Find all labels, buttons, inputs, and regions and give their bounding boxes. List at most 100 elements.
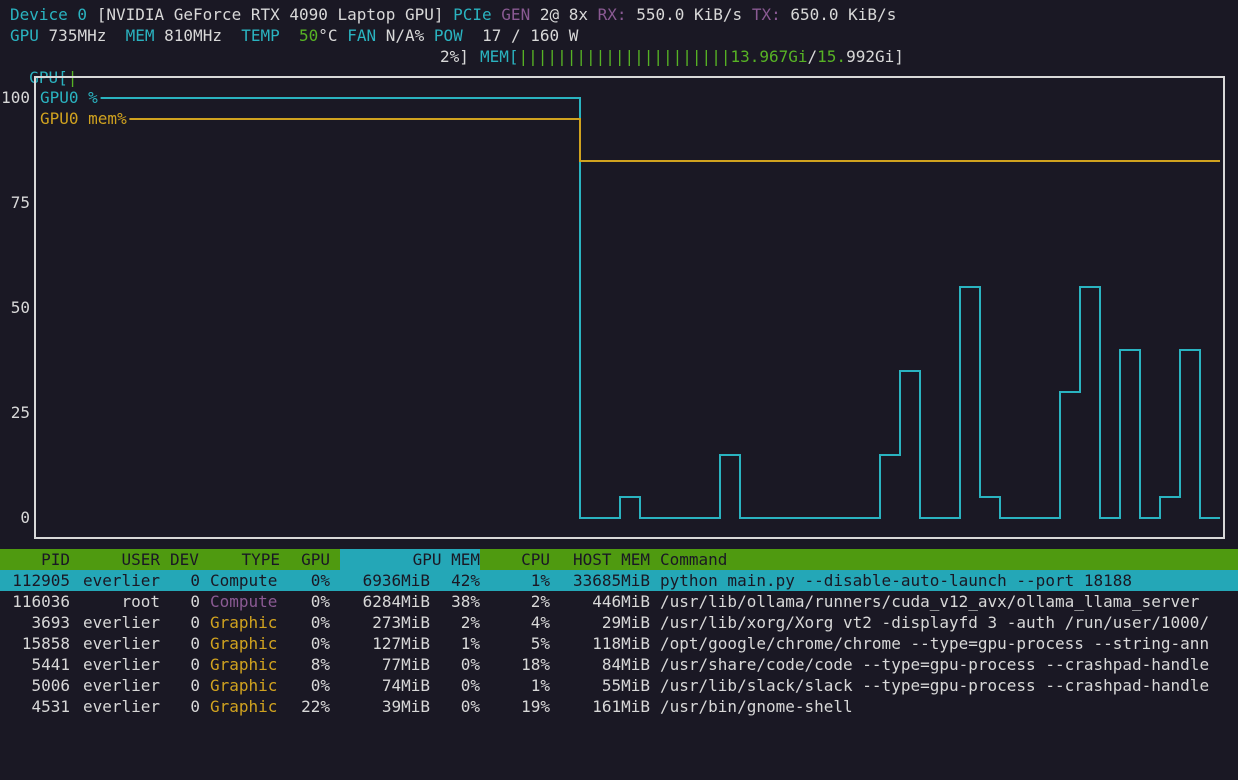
- cell-user: everlier: [82, 697, 160, 716]
- col-dev[interactable]: DEV: [170, 549, 210, 570]
- cell-host-mem: 118MiB: [592, 634, 650, 653]
- cell-type: Compute: [210, 571, 278, 590]
- gpu-history-chart: 100 75 50 25 0 GPU0 % GPU0 mem%: [1, 76, 1225, 539]
- cell-command: /usr/share/code/code --type=gpu-process …: [660, 655, 1210, 674]
- cell-gpu: 0%: [310, 592, 330, 611]
- table-row[interactable]: 3693 everlier 0 Graphic 0% 273MiB 2% 4% 29MiB/us…: [0, 612, 1238, 633]
- table-row[interactable]: 112905 everlier 0 Compute 0% 6936MiB 42% 1% 3368…: [0, 570, 1238, 591]
- cell-command: python main.py --disable-auto-launch --p…: [660, 571, 1133, 590]
- gpu-clock-label: GPU: [10, 26, 39, 45]
- cell-gpu-mem: 6284MiB: [362, 592, 430, 611]
- mem-total-green: 15.: [817, 47, 847, 66]
- cell-gpu: 0%: [310, 613, 330, 632]
- cell-gpu: 22%: [301, 697, 330, 716]
- cell-cpu: 2%: [530, 592, 550, 611]
- cell-gpu: 0%: [310, 634, 330, 653]
- cell-gpu-mem-pct: 0%: [460, 676, 480, 695]
- cell-gpu: 0%: [310, 676, 330, 695]
- usage-bars-line: GPU[| 2%] MEM[||||||||||||||||||||||13.9…: [10, 46, 1230, 87]
- cell-gpu-mem-pct: 1%: [460, 634, 480, 653]
- col-pid[interactable]: PID: [10, 549, 70, 570]
- cell-cpu: 1%: [530, 571, 550, 590]
- gpu-clock-value: 735MHz: [48, 26, 107, 45]
- fan-value: N/A%: [385, 26, 425, 45]
- gen-value: 2@ 8x: [539, 5, 589, 24]
- table-row[interactable]: 15858 everlier 0 Graphic 0% 127MiB 1% 5% 118MiB /…: [0, 633, 1238, 654]
- table-row[interactable]: 116036 root 0 Compute 0% 6284MiB 38% 2% 446MiB/u…: [0, 591, 1238, 612]
- rx-label: RX:: [597, 5, 627, 24]
- table-row[interactable]: 5441 everlier 0 Graphic 8% 77MiB 0% 18% 84MiB/us…: [0, 654, 1238, 675]
- cell-gpu-mem: 273MiB: [372, 613, 430, 632]
- tx-label: TX:: [751, 5, 781, 24]
- cell-cpu: 4%: [530, 613, 550, 632]
- cell-user: root: [121, 592, 160, 611]
- table-row[interactable]: 4531 everlier 0 Graphic 22% 39MiB 0% 19% 161MiB /…: [0, 696, 1238, 717]
- rx-value: 550.0 KiB/s: [636, 5, 743, 24]
- power-label: POW: [433, 26, 463, 45]
- cell-command: /usr/lib/slack/slack --type=gpu-process …: [660, 676, 1210, 695]
- cell-cpu: 5%: [530, 634, 550, 653]
- chart-frame: [34, 76, 1225, 539]
- cell-command: /usr/bin/gnome-shell: [660, 697, 853, 716]
- cell-host-mem: 161MiB: [592, 697, 650, 716]
- legend-label: GPU0 mem%: [40, 109, 127, 128]
- cell-dev: 0: [190, 634, 200, 653]
- cell-host-mem: 33685MiB: [572, 571, 650, 590]
- cell-gpu: 8%: [310, 655, 330, 674]
- gen-label: GEN: [501, 5, 531, 24]
- cell-user: everlier: [82, 571, 160, 590]
- cell-user: everlier: [82, 634, 160, 653]
- col-user[interactable]: USER: [80, 549, 160, 570]
- cell-cpu: 19%: [521, 697, 550, 716]
- cell-gpu-mem-pct: 0%: [460, 697, 480, 716]
- device-label: Device 0: [10, 5, 88, 24]
- cell-host-mem: 84MiB: [601, 655, 650, 674]
- cell-gpu-mem-pct: 42%: [451, 571, 480, 590]
- temp-value: 50: [299, 26, 319, 45]
- gpu-mem-series-line: [560, 118, 1220, 162]
- cell-host-mem: 29MiB: [601, 613, 650, 632]
- cell-gpu-mem: 77MiB: [381, 655, 430, 674]
- temp-unit: °C: [318, 26, 338, 45]
- cell-gpu: 0%: [310, 571, 330, 590]
- process-table-header: PID USER DEV TYPE GPU GPU MEM CPU HOST M…: [0, 549, 1238, 570]
- device-name: [NVIDIA GeForce RTX 4090 Laptop GPU]: [96, 5, 444, 24]
- cell-gpu-mem-pct: 0%: [460, 655, 480, 674]
- temp-label: TEMP: [241, 26, 280, 45]
- cell-dev: 0: [190, 592, 200, 611]
- y-tick-label: 50: [11, 298, 30, 317]
- cell-dev: 0: [190, 613, 200, 632]
- mem-bar-label: MEM[: [480, 47, 519, 66]
- cell-type: Graphic: [210, 613, 278, 632]
- stats-line: GPU 735MHz MEM 810MHz TEMP 50°C FAN N/A%…: [10, 25, 578, 46]
- col-gpu-mem[interactable]: GPU MEM: [360, 549, 480, 570]
- cell-cpu: 1%: [530, 676, 550, 695]
- cell-gpu-mem: 74MiB: [381, 676, 430, 695]
- col-type[interactable]: TYPE: [210, 549, 280, 570]
- cell-type: Graphic: [210, 676, 278, 695]
- pcie-label: PCIe: [453, 5, 492, 24]
- cell-gpu-mem-pct: 2%: [460, 613, 480, 632]
- col-host-mem[interactable]: HOST MEM: [560, 549, 650, 570]
- cell-gpu-mem: 6936MiB: [362, 571, 430, 590]
- mem-clock-label: MEM: [125, 26, 155, 45]
- cell-user: everlier: [82, 613, 160, 632]
- mem-usage-group: MEM[||||||||||||||||||||||13.967Gi/15.99…: [480, 46, 904, 67]
- col-command[interactable]: Command: [660, 549, 860, 570]
- cell-pid: 116036: [12, 592, 70, 611]
- cell-gpu-mem-pct: 38%: [451, 592, 480, 611]
- cell-type: Graphic: [210, 655, 278, 674]
- legend-label: GPU0 %: [40, 88, 98, 107]
- cell-dev: 0: [190, 676, 200, 695]
- mem-clock-value: 810MHz: [164, 26, 222, 45]
- table-row[interactable]: 5006 everlier 0 Graphic 0% 74MiB 0% 1% 55MiB/usr…: [0, 675, 1238, 696]
- cell-pid: 15858: [21, 634, 70, 653]
- col-gpu[interactable]: GPU: [290, 549, 330, 570]
- cell-pid: 5006: [31, 676, 70, 695]
- mem-usage-bar: ||||||||||||||||||||||: [518, 47, 731, 66]
- cell-type: Graphic: [210, 697, 278, 716]
- cell-command: /usr/lib/xorg/Xorg vt2 -displayfd 3 -aut…: [660, 613, 1210, 632]
- col-cpu[interactable]: CPU: [490, 549, 550, 570]
- cell-pid: 3693: [31, 613, 70, 632]
- fan-label: FAN: [347, 26, 377, 45]
